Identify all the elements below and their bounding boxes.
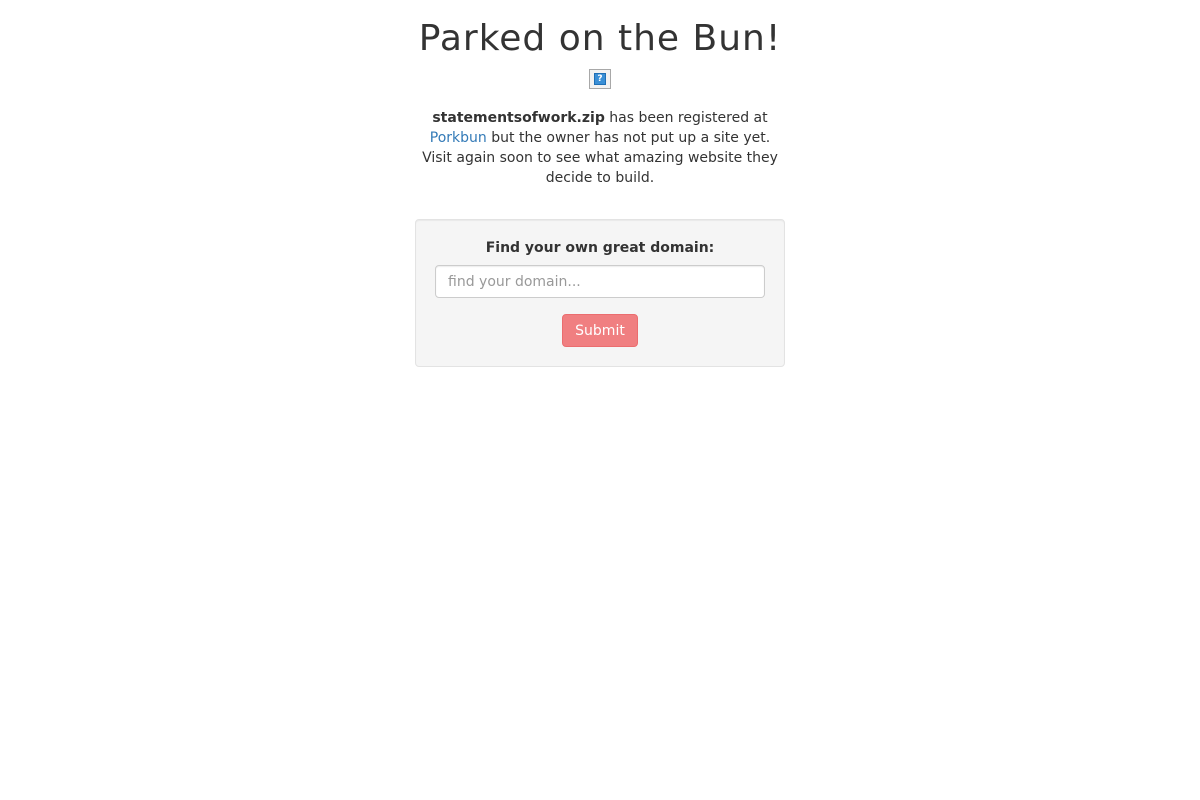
domain-search-panel: Find your own great domain: Submit [415,219,785,367]
domain-name: statementsofwork.zip [432,110,605,126]
porkbun-link[interactable]: Porkbun [430,130,487,146]
parking-message: statementsofwork.zip has been registered… [415,108,785,188]
message-text-1: has been registered at [604,110,768,126]
search-label: Find your own great domain: [485,240,715,256]
broken-image-icon: ? [589,69,611,89]
domain-search-input[interactable] [435,265,765,298]
parked-page: Parked on the Bun! ? statementsofwork.zi… [0,0,1200,800]
page-title: Parked on the Bun! [418,18,782,59]
image-placeholder-glyph: ? [594,73,606,85]
submit-button[interactable]: Submit [562,314,638,347]
